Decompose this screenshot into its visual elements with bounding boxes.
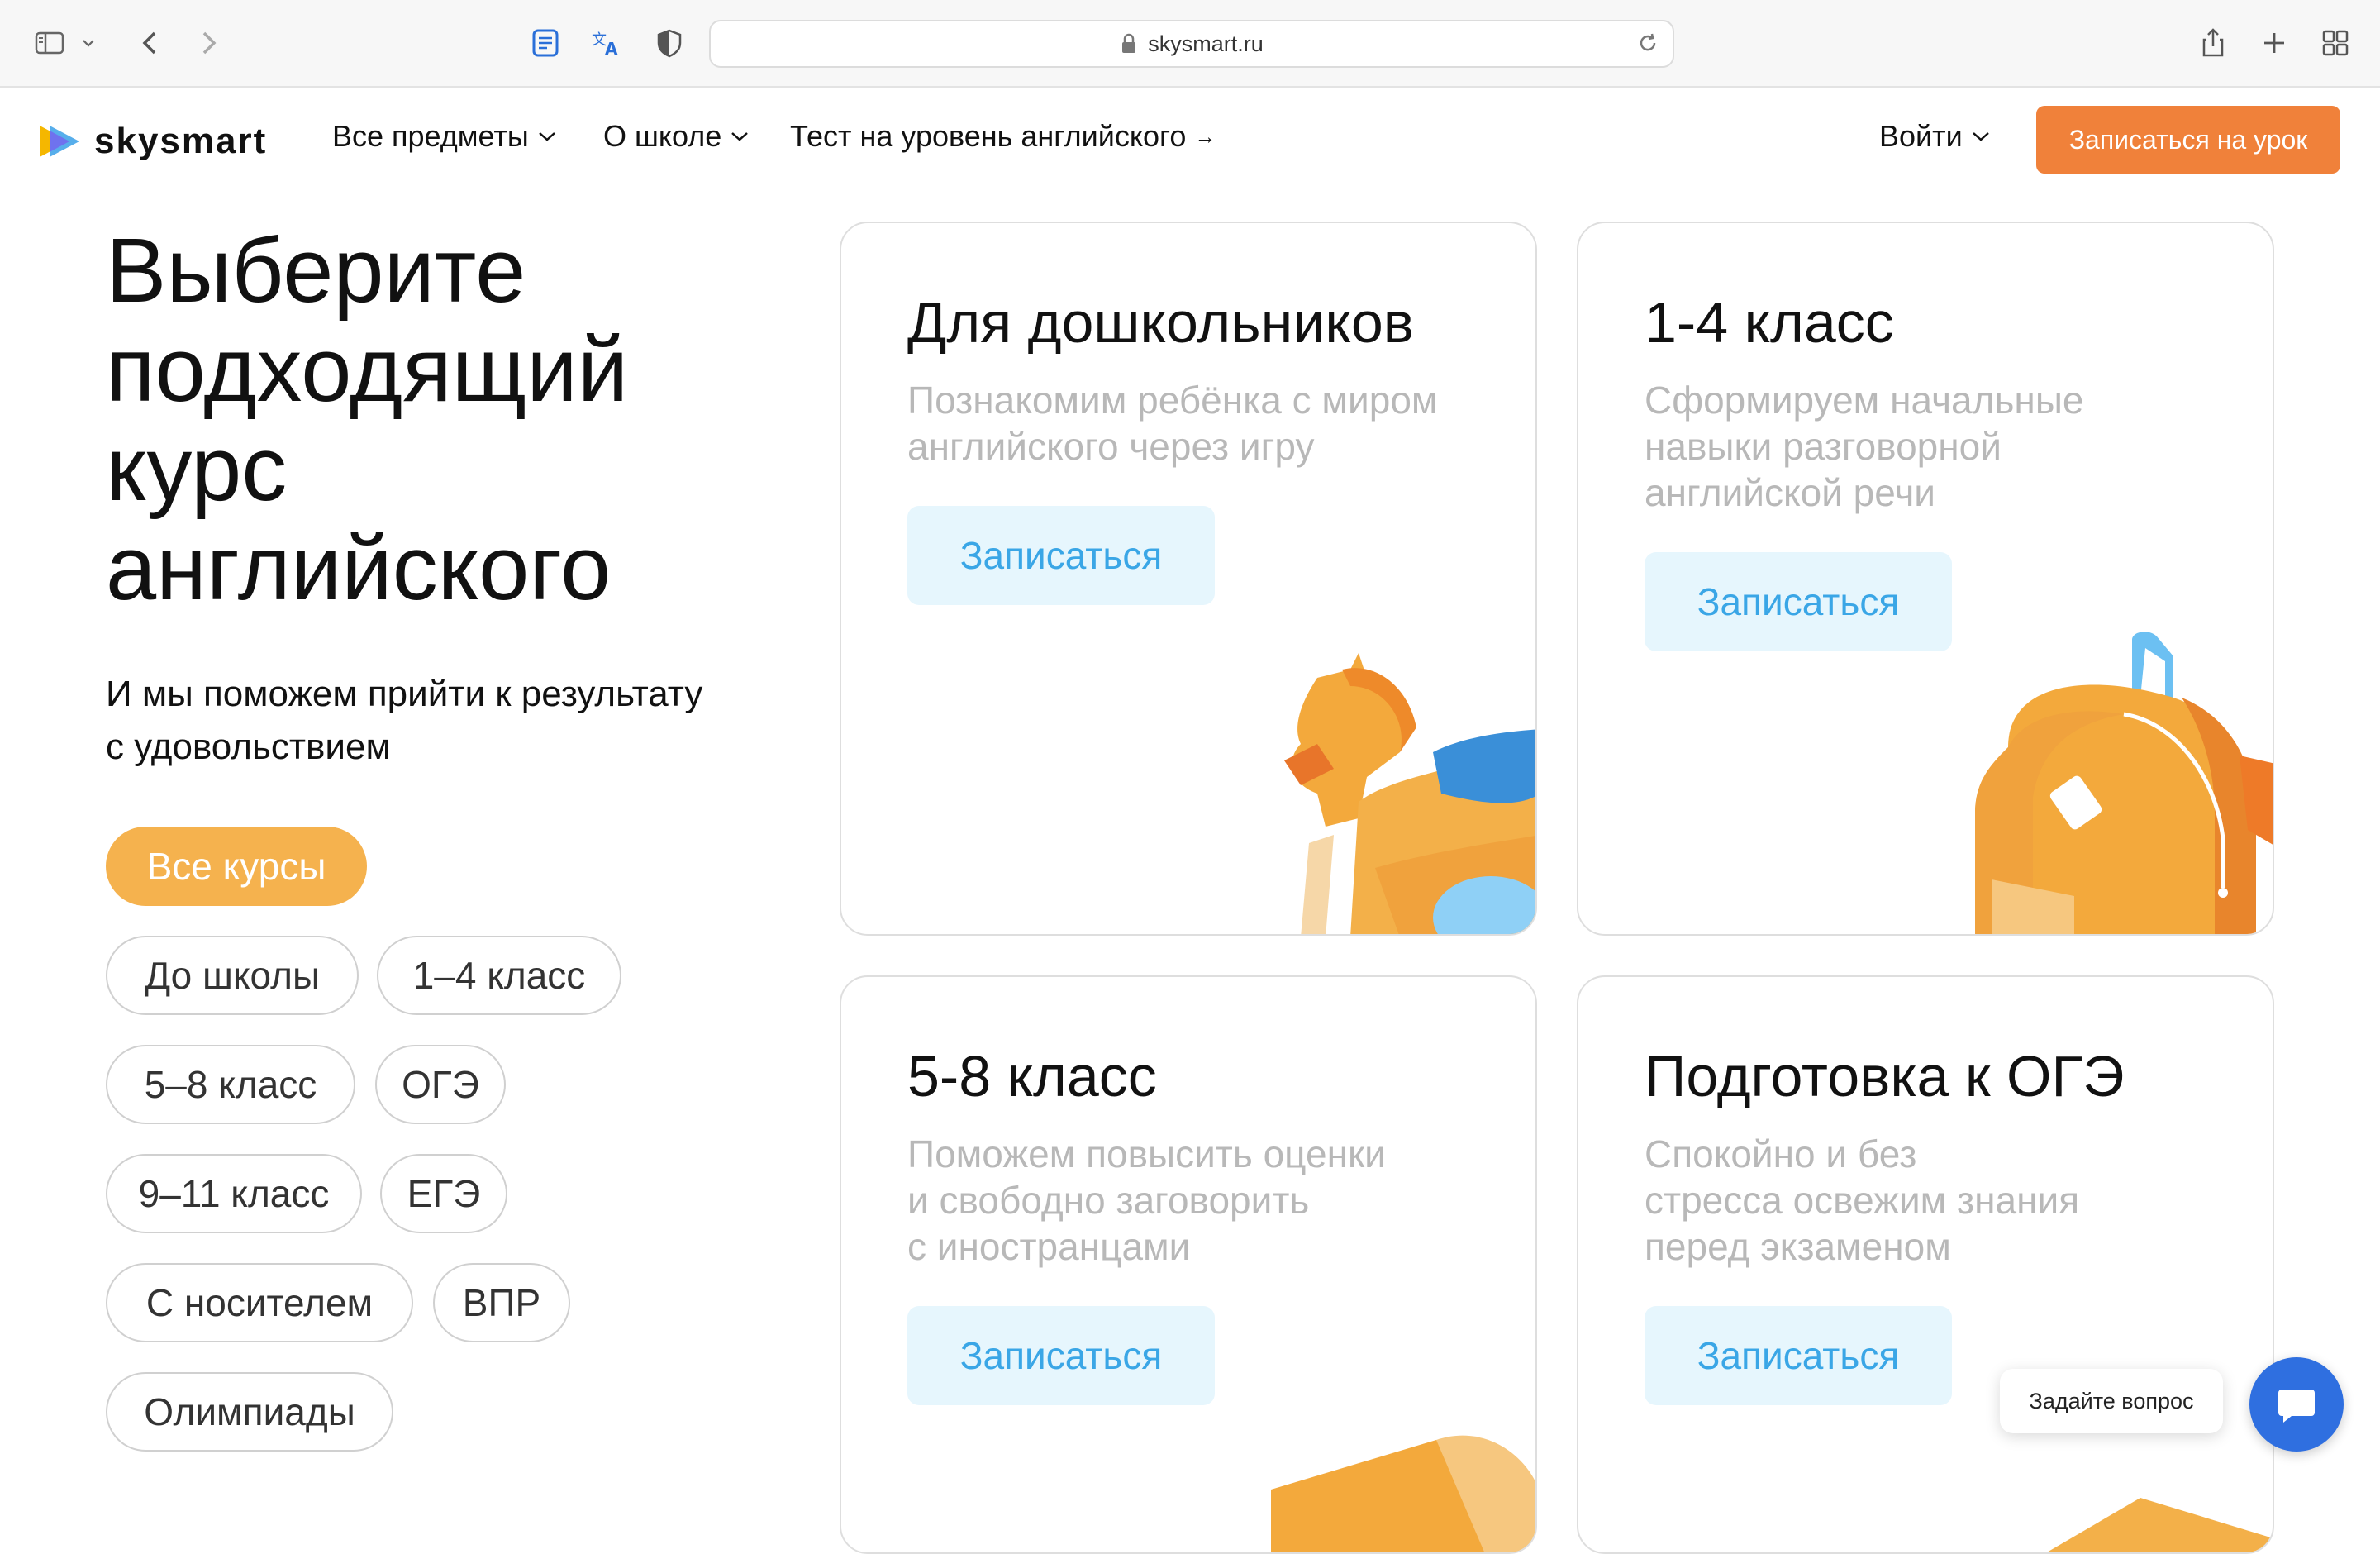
- logo-mark-icon: [40, 126, 79, 157]
- card-description-line: с иностранцами: [907, 1225, 1191, 1268]
- course-card-oge[interactable]: Подготовка к ОГЭ Спокойно и без стресса …: [1577, 975, 2274, 1554]
- reload-icon[interactable]: [1635, 30, 1661, 56]
- card-description: Спокойно и без стресса освежим знания пе…: [1645, 1131, 2223, 1270]
- card-description-line: английского через игру: [907, 425, 1315, 468]
- rocking-horse-icon: [1284, 653, 1535, 934]
- book-lesson-button[interactable]: Записаться на урок: [2036, 106, 2340, 174]
- forward-icon[interactable]: [190, 25, 226, 61]
- address-bar[interactable]: skysmart.ru: [709, 20, 1674, 68]
- logo-text: skysmart: [94, 121, 268, 161]
- page-title-line: английского: [106, 517, 612, 619]
- filter-native-speaker[interactable]: С носителем: [106, 1263, 413, 1342]
- chat-icon: [2278, 1390, 2315, 1423]
- new-tab-icon[interactable]: [2256, 25, 2292, 61]
- filter-grade-1-4[interactable]: 1–4 класс: [377, 936, 621, 1015]
- card-description: Сформируем начальные навыки разговорной …: [1645, 377, 2223, 516]
- card-description: Поможем повысить оценки и свободно загов…: [907, 1131, 1486, 1270]
- book-icon: [2046, 1498, 2273, 1552]
- chevron-down-icon: [1972, 132, 1989, 141]
- backpack-icon: [1975, 632, 2273, 934]
- svg-text:A: A: [605, 39, 618, 59]
- card-description-line: английской речи: [1645, 471, 1935, 514]
- page-title-line: курс: [106, 418, 288, 520]
- page-subtitle: И мы поможем прийти к результату с удово…: [106, 668, 783, 774]
- card-description: Познакомим ребёнка с миром английского ч…: [907, 377, 1486, 470]
- filter-oge[interactable]: ОГЭ: [375, 1045, 506, 1124]
- card-title: 5-8 класс: [907, 1044, 1157, 1108]
- back-icon[interactable]: [132, 25, 169, 61]
- nav-about-label: О школе: [603, 119, 722, 153]
- url-text: skysmart.ru: [1148, 31, 1264, 56]
- login-label: Войти: [1879, 119, 1963, 153]
- nav-english-test-label: Тест на уровень английского: [790, 119, 1187, 153]
- site-header: skysmart Все предметы О школе Тест на ур…: [0, 86, 2380, 193]
- nav-subjects-label: Все предметы: [332, 119, 529, 153]
- translate-icon[interactable]: 文A: [588, 25, 625, 61]
- lock-icon: [1122, 33, 1136, 53]
- card-description-line: Познакомим ребёнка с миром: [907, 379, 1438, 422]
- sidebar-icon[interactable]: [31, 25, 68, 61]
- filter-grade-9-11[interactable]: 9–11 класс: [106, 1154, 362, 1233]
- card-description-line: Поможем повысить оценки: [907, 1132, 1386, 1175]
- nav-english-test[interactable]: Тест на уровень английского →: [790, 119, 1216, 154]
- privacy-shield-icon[interactable]: [651, 25, 688, 61]
- card-description-line: Сформируем начальные: [1645, 379, 2084, 422]
- arrow-right-icon: →: [1194, 123, 1216, 149]
- course-card-grade-1-4[interactable]: 1-4 класс Сформируем начальные навыки ра…: [1577, 222, 2274, 936]
- enroll-button[interactable]: Записаться: [1645, 552, 1952, 651]
- share-icon[interactable]: [2195, 25, 2231, 61]
- card-title: Подготовка к ОГЭ: [1645, 1044, 2125, 1108]
- card-description-line: и свободно заговорить: [907, 1179, 1310, 1222]
- nav-about[interactable]: О школе: [603, 119, 750, 154]
- page-title-line: подходящий: [106, 319, 629, 421]
- logo[interactable]: skysmart: [36, 121, 267, 162]
- card-description-line: навыки разговорной: [1645, 425, 2002, 468]
- nav-subjects[interactable]: Все предметы: [332, 119, 557, 154]
- filter-all-courses[interactable]: Все курсы: [106, 827, 367, 906]
- filter-ege[interactable]: ЕГЭ: [380, 1154, 507, 1233]
- filter-vpr[interactable]: ВПР: [433, 1263, 570, 1342]
- filter-preschool[interactable]: До школы: [106, 936, 359, 1015]
- card-description-line: Спокойно и без: [1645, 1132, 1917, 1175]
- course-card-preschool[interactable]: Для дошкольников Познакомим ребёнка с ми…: [840, 222, 1537, 936]
- browser-toolbar: 文A skysmart.ru: [0, 0, 2380, 88]
- page-subtitle-line: И мы поможем прийти к результату: [106, 674, 703, 714]
- chat-button[interactable]: [2249, 1357, 2344, 1452]
- filter-grade-5-8[interactable]: 5–8 класс: [106, 1045, 355, 1124]
- card-description-line: стресса освежим знания: [1645, 1179, 2080, 1222]
- card-title: 1-4 класс: [1645, 290, 1894, 355]
- enroll-button[interactable]: Записаться: [907, 506, 1215, 605]
- chat-prompt-bubble[interactable]: Задайте вопрос: [2000, 1369, 2223, 1433]
- chevron-down-icon[interactable]: [76, 25, 101, 61]
- enroll-button[interactable]: Записаться: [1645, 1306, 1952, 1405]
- book-icon: [1271, 1435, 1535, 1552]
- login-button[interactable]: Войти: [1879, 119, 1991, 154]
- page-title-line: Выберите: [106, 220, 526, 322]
- enroll-button[interactable]: Записаться: [907, 1306, 1215, 1405]
- reader-icon[interactable]: [527, 25, 564, 61]
- tab-overview-icon[interactable]: [2317, 25, 2354, 61]
- chevron-down-icon: [538, 132, 555, 141]
- filter-olympiads[interactable]: Олимпиады: [106, 1372, 393, 1452]
- course-card-grade-5-8[interactable]: 5-8 класс Поможем повысить оценки и своб…: [840, 975, 1537, 1554]
- page-subtitle-line: с удовольствием: [106, 727, 391, 767]
- card-description-line: перед экзаменом: [1645, 1225, 1951, 1268]
- card-title: Для дошкольников: [907, 290, 1414, 355]
- page-title: Выберите подходящий курс английского: [106, 222, 816, 618]
- chevron-down-icon: [731, 132, 749, 141]
